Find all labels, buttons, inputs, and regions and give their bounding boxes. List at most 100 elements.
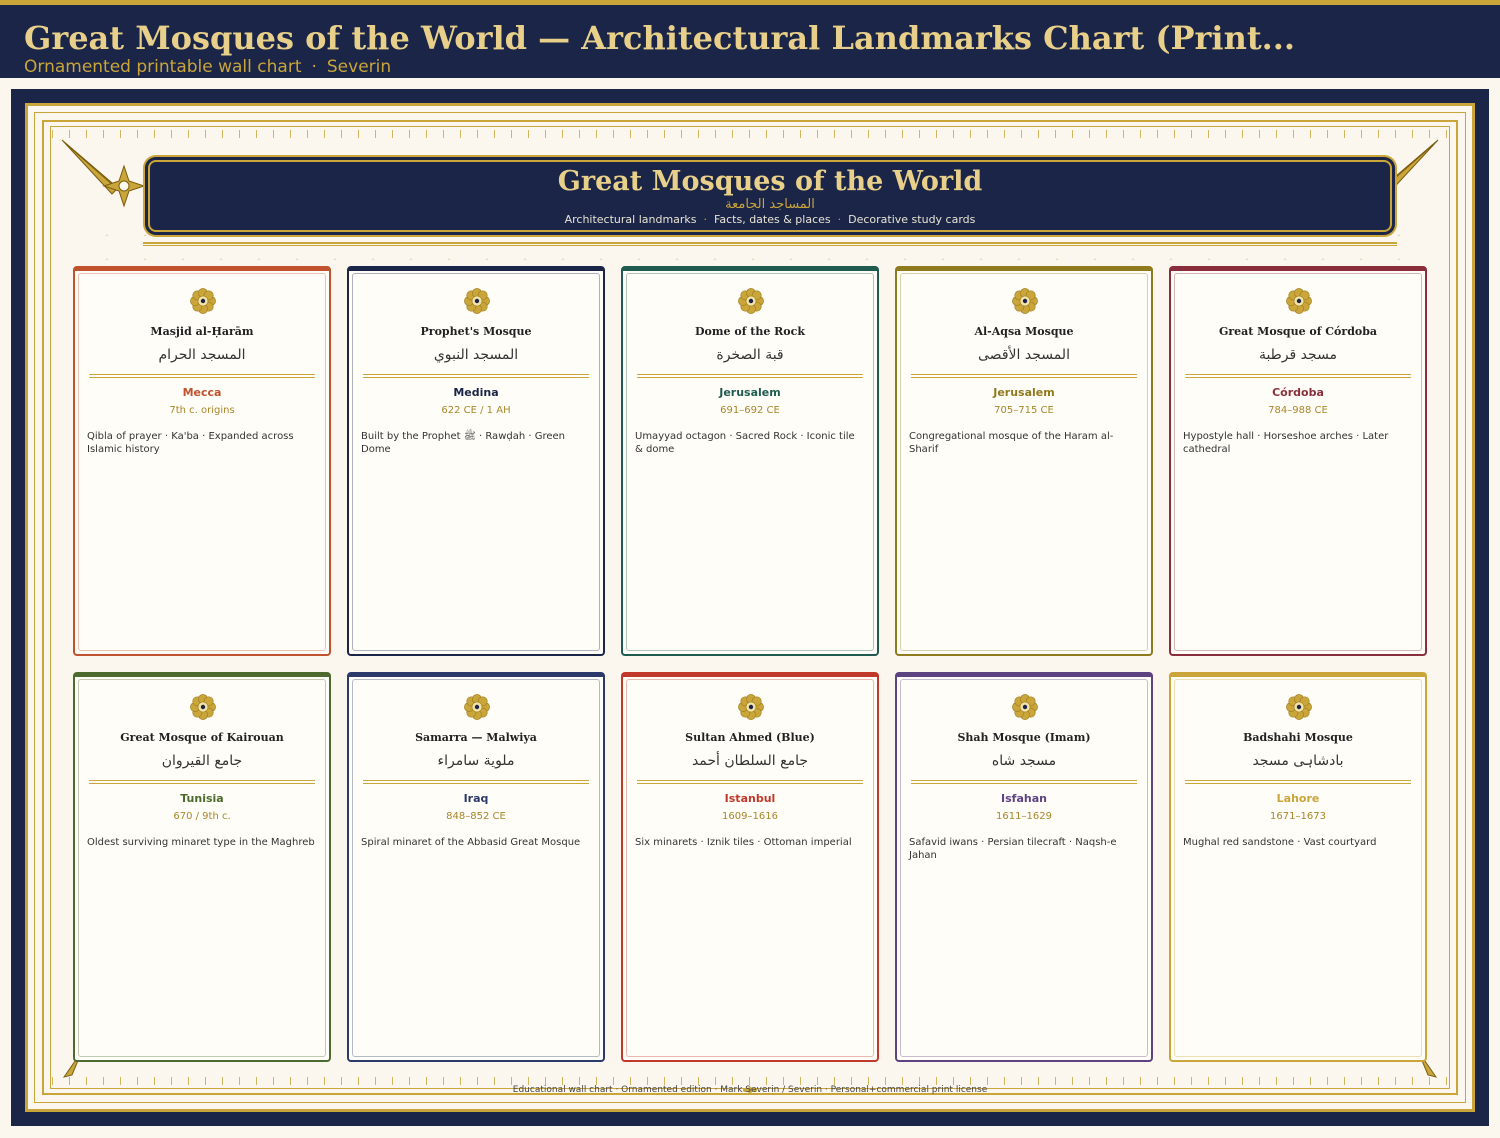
card-description: Spiral minaret of the Abbasid Great Mosq… <box>361 837 581 848</box>
tag-separator: · <box>703 213 708 226</box>
card-name: Prophet's Mosque <box>420 325 532 338</box>
card-description: Oldest surviving minaret type in the Mag… <box>87 837 315 848</box>
mosque-card: Great Mosque of Córdoba مسجد قرطبة Córdoba… <box>1169 266 1427 656</box>
card-name: Great Mosque of Kairouan <box>120 731 284 744</box>
card-arabic-name: بادشاہی مسجد <box>1252 753 1344 769</box>
card-description: Umayyad octagon · Sacred Rock · Iconic t… <box>635 431 855 455</box>
card-divider <box>363 374 589 378</box>
banner-tag: Architectural landmarks <box>564 213 697 226</box>
card-place: Jerusalem <box>993 386 1055 399</box>
card-date: 1609–1616 <box>722 811 778 822</box>
banner-arabic-title: المساجد الجامعة <box>725 197 815 212</box>
flower-icon <box>463 693 491 721</box>
card-arabic-name: مسجد قرطبة <box>1258 347 1338 363</box>
card-description: Hypostyle hall · Horseshoe arches · Late… <box>1183 431 1389 455</box>
mosque-card: Dome of the Rock قبة الصخرة Jerusalem 691–6… <box>621 266 879 656</box>
banner-underline <box>143 242 1397 246</box>
banner-title: Great Mosques of the World <box>557 166 983 197</box>
dot-row <box>88 258 1412 260</box>
card-description: Mughal red sandstone · Vast courtyard <box>1183 837 1377 848</box>
card-date: 7th c. origins <box>169 405 235 416</box>
card-date: 691–692 CE <box>720 405 780 416</box>
card-divider <box>637 780 863 784</box>
tag-separator: · <box>837 213 842 226</box>
card-divider <box>911 374 1137 378</box>
card-date: 705–715 CE <box>994 405 1054 416</box>
dot-row <box>88 234 1412 236</box>
card-place: Lahore <box>1276 792 1320 805</box>
flower-icon <box>189 287 217 315</box>
mosque-card: Prophet's Mosque المسجد النبوي Medina 622 C… <box>347 266 605 656</box>
card-place: Medina <box>453 386 499 399</box>
card-divider <box>637 374 863 378</box>
mosque-card: Shah Mosque (Imam) مسجد شاه Isfahan 1611–16… <box>895 672 1153 1062</box>
card-place: Mecca <box>182 386 222 399</box>
card-place: Tunisia <box>180 792 224 805</box>
corner-ornament-top-left <box>61 139 146 208</box>
mosque-card: Badshahi Mosque بادشاہی مسجد Lahore 1671–16… <box>1169 672 1427 1062</box>
card-description: Qibla of prayer · Ka'ba · Expanded acros… <box>87 431 294 455</box>
mosque-card: Great Mosque of Kairouan جامع القيروان Tun… <box>73 672 331 1062</box>
flower-icon <box>1011 693 1039 721</box>
flower-icon <box>737 287 765 315</box>
card-divider <box>89 374 315 378</box>
card-name: Badshahi Mosque <box>1243 731 1353 744</box>
mosque-card: Samarra — Malwiya ملوية سامراء Iraq 848–852… <box>347 672 605 1062</box>
card-description: Built by the Prophet ﷺ · Rawḍah · Green … <box>361 431 566 455</box>
card-name: Samarra — Malwiya <box>415 731 537 744</box>
card-date: 622 CE / 1 AH <box>441 405 511 416</box>
card-place: Córdoba <box>1272 386 1324 399</box>
flower-icon <box>1285 287 1313 315</box>
card-divider <box>1185 374 1411 378</box>
card-divider <box>89 780 315 784</box>
card-name: Sultan Ahmed (Blue) <box>685 731 815 744</box>
card-divider <box>1185 780 1411 784</box>
app-header: Great Mosques of the World — Architectur… <box>0 0 1500 78</box>
card-place: Jerusalem <box>719 386 781 399</box>
banner-tags: Architectural landmarks · Facts, dates & p… <box>150 213 1390 227</box>
poster: Great Mosques of the World المساجد الجام… <box>11 89 1489 1126</box>
subtitle-separator: · <box>311 57 317 77</box>
card-arabic-name: جامع القيروان <box>161 753 243 769</box>
card-place: Isfahan <box>1001 792 1047 805</box>
poster-frame: Great Mosques of the World المساجد الجام… <box>25 103 1475 1112</box>
page-title: Great Mosques of the World — Architectur… <box>24 19 1296 57</box>
card-name: Dome of the Rock <box>695 325 805 338</box>
card-arabic-name: مسجد شاه <box>991 753 1057 769</box>
card-place: Istanbul <box>724 792 776 805</box>
flower-icon <box>189 693 217 721</box>
card-arabic-name: ملوية سامراء <box>437 753 515 769</box>
card-place: Iraq <box>463 792 489 805</box>
page-subtitle: Ornamented printable wall chart · Severin <box>24 57 391 77</box>
flower-icon <box>737 693 765 721</box>
card-arabic-name: جامع السلطان أحمد <box>691 753 809 769</box>
top-tick-band <box>52 130 1448 138</box>
card-date: 784–988 CE <box>1268 405 1328 416</box>
flower-icon <box>1285 693 1313 721</box>
flower-icon <box>1011 287 1039 315</box>
banner-tag: Facts, dates & places <box>714 213 831 226</box>
card-name: Al-Aqsa Mosque <box>974 325 1074 338</box>
card-arabic-name: قبة الصخرة <box>716 347 784 363</box>
banner-tag: Decorative study cards <box>848 213 976 226</box>
mosque-card: Al-Aqsa Mosque المسجد الأقصى Jerusalem 705–… <box>895 266 1153 656</box>
card-divider <box>911 780 1137 784</box>
card-name: Shah Mosque (Imam) <box>957 731 1091 744</box>
card-description: Congregational mosque of the Haram al-Sh… <box>909 431 1114 455</box>
title-banner: Great Mosques of the World المساجد الجام… <box>148 160 1392 232</box>
card-divider <box>363 780 589 784</box>
card-description: Six minarets · Iznik tiles · Ottoman imp… <box>635 837 852 848</box>
subtitle-label: Ornamented printable wall chart <box>24 57 302 77</box>
mosque-card: Masjid al-Ḥarām المسجد الحرام Mecca 7th c. … <box>73 266 331 656</box>
mosque-card: Sultan Ahmed (Blue) جامع السلطان أحمد Ista… <box>621 672 879 1062</box>
card-name: Great Mosque of Córdoba <box>1218 325 1378 338</box>
subtitle-author: Severin <box>326 57 392 77</box>
card-date: 848–852 CE <box>446 811 506 822</box>
card-date: 670 / 9th c. <box>173 811 231 822</box>
card-arabic-name: المسجد النبوي <box>433 347 519 363</box>
flower-icon <box>463 287 491 315</box>
card-name: Masjid al-Ḥarām <box>150 325 254 338</box>
footer-credit: Educational wall chart · Ornamented edit… <box>512 1085 988 1095</box>
card-date: 1671–1673 <box>1270 811 1326 822</box>
card-arabic-name: المسجد الأقصى <box>978 347 1070 363</box>
